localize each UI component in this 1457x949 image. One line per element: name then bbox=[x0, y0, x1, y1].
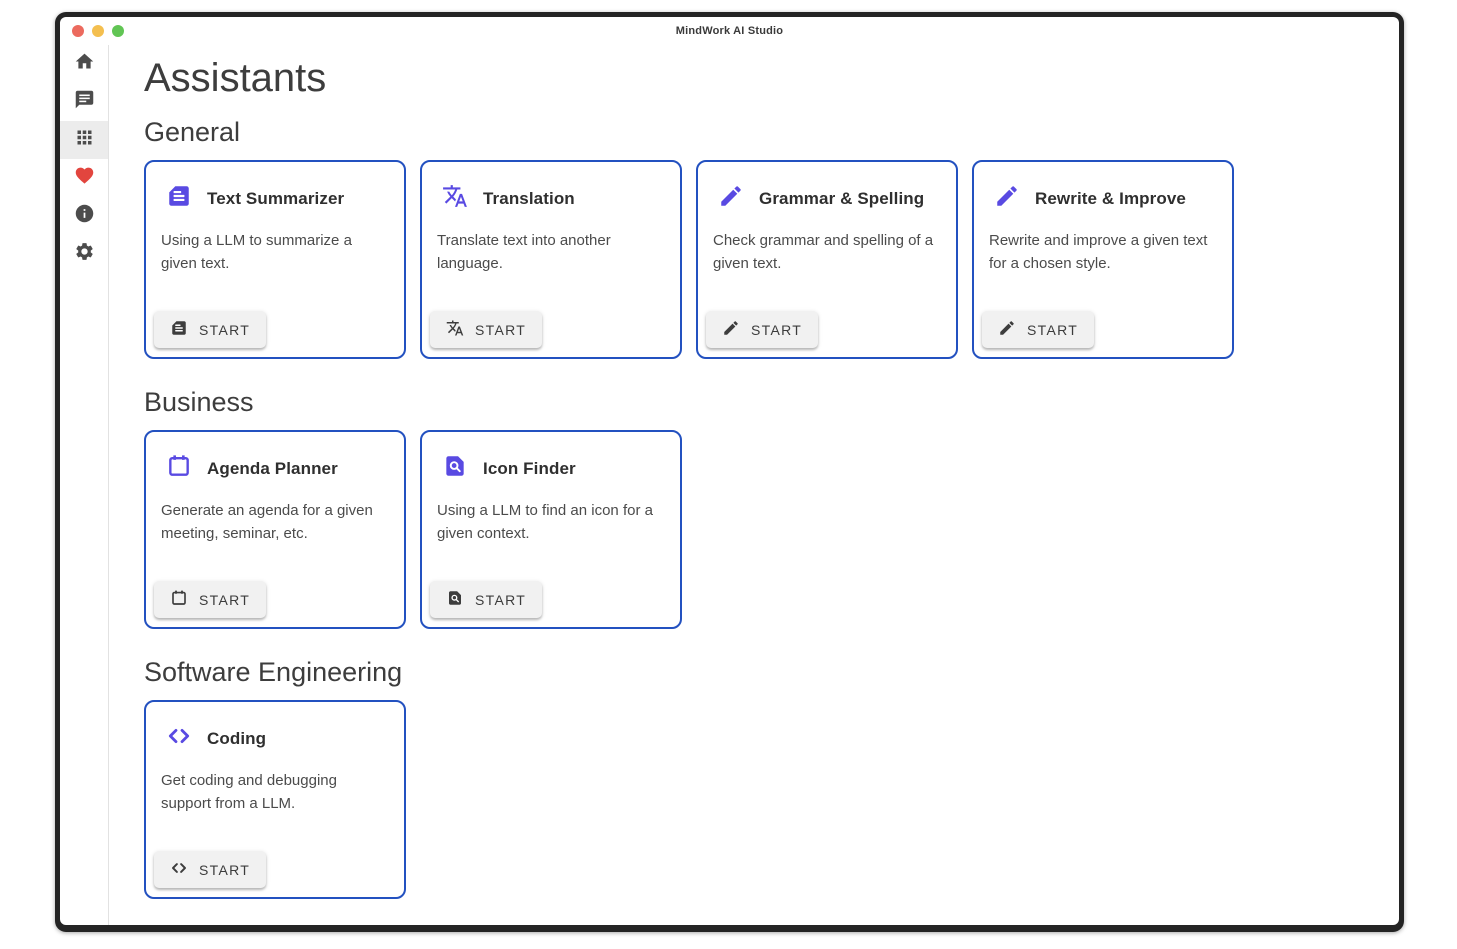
summarize-icon bbox=[166, 183, 192, 214]
card-description: Using a LLM to find an icon for a given … bbox=[437, 499, 667, 545]
sidebar-item-home[interactable] bbox=[60, 45, 108, 83]
cards-row-software-engineering: Coding Get coding and debugging support … bbox=[144, 700, 1399, 899]
card-rewrite-improve: Rewrite & Improve Rewrite and improve a … bbox=[972, 160, 1234, 359]
card-title: Coding bbox=[207, 729, 266, 749]
start-button-label: START bbox=[751, 322, 802, 338]
calendar-icon bbox=[170, 589, 188, 610]
card-description: Generate an agenda for a given meeting, … bbox=[161, 499, 391, 545]
pencil-icon bbox=[998, 319, 1016, 340]
translate-icon bbox=[442, 183, 468, 214]
window-content: MindWork AI Studio bbox=[60, 17, 1399, 925]
start-button-label: START bbox=[199, 862, 250, 878]
code-icon bbox=[166, 723, 192, 754]
sidebar-item-assistants[interactable] bbox=[60, 121, 108, 159]
card-header: Translation bbox=[442, 183, 666, 214]
card-title: Grammar & Spelling bbox=[759, 189, 924, 209]
card-header: Icon Finder bbox=[442, 453, 666, 484]
start-agenda-planner-button[interactable]: START bbox=[154, 581, 266, 618]
page-title: Assistants bbox=[144, 55, 1399, 101]
card-grammar-spelling: Grammar & Spelling Check grammar and spe… bbox=[696, 160, 958, 359]
card-description: Rewrite and improve a given text for a c… bbox=[989, 229, 1219, 275]
cards-row-business: Agenda Planner Generate an agenda for a … bbox=[144, 430, 1399, 629]
app-body: Assistants General Text Summarizer Using… bbox=[60, 45, 1399, 925]
pencil-icon bbox=[994, 183, 1020, 214]
start-grammar-spelling-button[interactable]: START bbox=[706, 311, 818, 348]
page-search-icon bbox=[446, 589, 464, 610]
start-button-label: START bbox=[475, 322, 526, 338]
calendar-icon bbox=[166, 453, 192, 484]
card-description: Using a LLM to summarize a given text. bbox=[161, 229, 391, 275]
section-title-software-engineering: Software Engineering bbox=[144, 655, 1399, 689]
card-header: Grammar & Spelling bbox=[718, 183, 942, 214]
card-text-summarizer: Text Summarizer Using a LLM to summarize… bbox=[144, 160, 406, 359]
card-icon-finder: Icon Finder Using a LLM to find an icon … bbox=[420, 430, 682, 629]
start-coding-button[interactable]: START bbox=[154, 851, 266, 888]
start-translation-button[interactable]: START bbox=[430, 311, 542, 348]
card-description: Check grammar and spelling of a given te… bbox=[713, 229, 943, 275]
heart-icon bbox=[74, 165, 95, 191]
start-button-label: START bbox=[199, 592, 250, 608]
code-icon bbox=[170, 859, 188, 880]
sidebar-item-chat[interactable] bbox=[60, 83, 108, 121]
zoom-window-button[interactable] bbox=[112, 25, 124, 37]
info-icon bbox=[74, 203, 95, 229]
card-coding: Coding Get coding and debugging support … bbox=[144, 700, 406, 899]
start-button-label: START bbox=[199, 322, 250, 338]
app-window: MindWork AI Studio bbox=[55, 12, 1404, 932]
card-header: Text Summarizer bbox=[166, 183, 390, 214]
card-translation: Translation Translate text into another … bbox=[420, 160, 682, 359]
cards-row-general: Text Summarizer Using a LLM to summarize… bbox=[144, 160, 1399, 359]
card-description: Translate text into another language. bbox=[437, 229, 667, 275]
card-title: Agenda Planner bbox=[207, 459, 338, 479]
minimize-window-button[interactable] bbox=[92, 25, 104, 37]
window-title: MindWork AI Studio bbox=[676, 25, 783, 37]
traffic-lights bbox=[72, 17, 124, 45]
sidebar-item-settings[interactable] bbox=[60, 235, 108, 273]
card-title: Icon Finder bbox=[483, 459, 576, 479]
pencil-icon bbox=[722, 319, 740, 340]
chat-icon bbox=[74, 89, 95, 115]
gear-icon bbox=[74, 241, 95, 267]
card-title: Text Summarizer bbox=[207, 189, 344, 209]
close-window-button[interactable] bbox=[72, 25, 84, 37]
apps-grid-icon bbox=[74, 127, 95, 153]
sidebar bbox=[60, 45, 109, 925]
card-header: Rewrite & Improve bbox=[994, 183, 1218, 214]
card-title: Rewrite & Improve bbox=[1035, 189, 1186, 209]
card-header: Agenda Planner bbox=[166, 453, 390, 484]
summarize-icon bbox=[170, 319, 188, 340]
sidebar-item-favorites[interactable] bbox=[60, 159, 108, 197]
title-bar: MindWork AI Studio bbox=[60, 17, 1399, 45]
sidebar-item-about[interactable] bbox=[60, 197, 108, 235]
main-content: Assistants General Text Summarizer Using… bbox=[109, 45, 1399, 925]
card-agenda-planner: Agenda Planner Generate an agenda for a … bbox=[144, 430, 406, 629]
section-title-business: Business bbox=[144, 385, 1399, 419]
start-button-label: START bbox=[1027, 322, 1078, 338]
card-description: Get coding and debugging support from a … bbox=[161, 769, 391, 815]
translate-icon bbox=[446, 319, 464, 340]
home-icon bbox=[74, 51, 95, 77]
section-title-general: General bbox=[144, 115, 1399, 149]
start-text-summarizer-button[interactable]: START bbox=[154, 311, 266, 348]
start-button-label: START bbox=[475, 592, 526, 608]
start-rewrite-improve-button[interactable]: START bbox=[982, 311, 1094, 348]
start-icon-finder-button[interactable]: START bbox=[430, 581, 542, 618]
page-search-icon bbox=[442, 453, 468, 484]
pencil-icon bbox=[718, 183, 744, 214]
card-header: Coding bbox=[166, 723, 390, 754]
card-title: Translation bbox=[483, 189, 575, 209]
